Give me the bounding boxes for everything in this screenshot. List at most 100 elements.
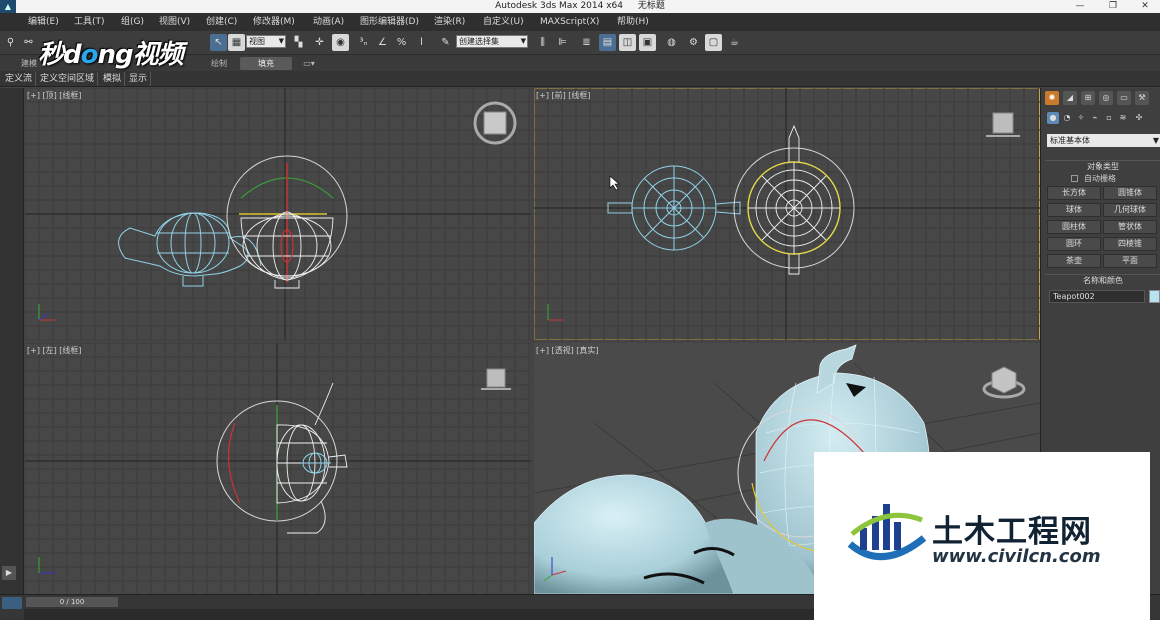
- tube-button[interactable]: 管状体: [1103, 220, 1157, 234]
- select-object-icon[interactable]: ↖: [210, 34, 227, 51]
- menu-animation[interactable]: 动画(A): [313, 13, 344, 31]
- spinner-snap-icon[interactable]: ⅼ: [413, 34, 430, 51]
- ribbon-tab-draw[interactable]: 绘制: [204, 57, 234, 70]
- subtab-display[interactable]: 显示: [126, 72, 152, 86]
- select-link-icon[interactable]: ⚲: [2, 34, 19, 51]
- box-button[interactable]: 长方体: [1047, 186, 1101, 200]
- select-manipulate-icon[interactable]: ◉: [332, 34, 349, 51]
- geosphere-button[interactable]: 几何球体: [1103, 203, 1157, 217]
- menu-group[interactable]: 组(G): [121, 13, 144, 31]
- autogrid-label: 自动栅格: [1084, 174, 1116, 183]
- pivot-icon[interactable]: ▚: [290, 34, 307, 51]
- utilities-tab-icon[interactable]: ⚒: [1135, 91, 1149, 105]
- curve-editor-icon[interactable]: ◫: [619, 34, 636, 51]
- name-color-rollout[interactable]: 名称和颜色: [1045, 274, 1160, 286]
- teapot-front-wireframe: [226, 155, 348, 289]
- schematic-view-icon[interactable]: ▣: [639, 34, 656, 51]
- subtab-simulate[interactable]: 模拟: [100, 72, 126, 86]
- viewport-left[interactable]: [+] [左] [线框]: [25, 343, 531, 594]
- viewport-left-canvas: [25, 343, 531, 594]
- teapot-side-wireframe: [118, 212, 262, 287]
- unlink-icon[interactable]: ⚯: [20, 34, 37, 51]
- autogrid-box[interactable]: [1071, 175, 1078, 182]
- cylinder-button[interactable]: 圆柱体: [1047, 220, 1101, 234]
- shapes-icon[interactable]: ◔: [1061, 112, 1073, 124]
- pyramid-button[interactable]: 四棱锥: [1103, 237, 1157, 251]
- sub-tab-bar: 定义流 定义空间区域 模拟 显示: [0, 71, 1160, 87]
- angle-snap-icon[interactable]: ∠: [374, 34, 391, 51]
- autogrid-checkbox[interactable]: 自动栅格: [1071, 173, 1116, 184]
- sphere-button[interactable]: 球体: [1047, 203, 1101, 217]
- viewport-layout-icon[interactable]: [2, 597, 22, 609]
- menu-edit[interactable]: 编辑(E): [28, 13, 59, 31]
- spacewarps-icon[interactable]: ≋: [1117, 112, 1129, 124]
- object-category-dropdown[interactable]: 标准基本体 ▼: [1047, 134, 1160, 147]
- ribbon-options-icon[interactable]: ▭▾: [298, 57, 320, 70]
- viewport-front-grid: [534, 88, 1040, 340]
- viewport-perspective-label[interactable]: [+] [透视] [真实]: [536, 345, 599, 356]
- mirror-icon[interactable]: ⫼: [534, 34, 551, 51]
- app-window: ▲ Autodesk 3ds Max 2014 x64 无标题 — ❐ ✕ 编辑…: [0, 0, 1160, 620]
- percent-snap-icon[interactable]: %: [393, 34, 410, 51]
- move-icon[interactable]: ✛: [311, 34, 328, 51]
- material-editor-icon[interactable]: ◍: [663, 34, 680, 51]
- viewport-top[interactable]: [+] [顶] [线框]: [25, 88, 531, 340]
- time-slider[interactable]: 0 / 100: [26, 597, 118, 607]
- menu-rendering[interactable]: 渲染(R): [434, 13, 465, 31]
- display-tab-icon[interactable]: ▭: [1117, 91, 1131, 105]
- object-color-swatch[interactable]: [1149, 290, 1160, 303]
- timeline-ruler[interactable]: [24, 609, 824, 620]
- menu-views[interactable]: 视图(V): [159, 13, 190, 31]
- minimize-button[interactable]: —: [1065, 0, 1095, 13]
- object-type-rollout[interactable]: 对象类型: [1045, 160, 1160, 172]
- geometry-icon[interactable]: ●: [1047, 112, 1059, 124]
- menu-maxscript[interactable]: MAXScript(X): [540, 13, 599, 31]
- plane-button[interactable]: 平面: [1103, 254, 1157, 268]
- modify-tab-icon[interactable]: ◢: [1063, 91, 1077, 105]
- subtab-define-space[interactable]: 定义空间区域: [37, 72, 99, 86]
- edit-named-selection-icon[interactable]: ✎: [437, 34, 454, 51]
- menu-help[interactable]: 帮助(H): [617, 13, 649, 31]
- object-category-value: 标准基本体: [1050, 136, 1090, 145]
- helpers-icon[interactable]: ▫: [1103, 112, 1115, 124]
- title-bar: ▲ Autodesk 3ds Max 2014 x64 无标题 — ❐ ✕: [0, 0, 1160, 16]
- create-tab-icon[interactable]: ✺: [1045, 91, 1059, 105]
- viewport-front[interactable]: [+] [前] [线框]: [534, 88, 1040, 340]
- menu-tools[interactable]: 工具(T): [74, 13, 105, 31]
- align-icon[interactable]: ⊫: [554, 34, 571, 51]
- subtab-define-flow[interactable]: 定义流: [2, 72, 37, 86]
- menu-graph-editors[interactable]: 图形编辑器(D): [360, 13, 419, 31]
- torus-button[interactable]: 圆环: [1047, 237, 1101, 251]
- menu-modifiers[interactable]: 修改器(M): [253, 13, 295, 31]
- render-setup-icon[interactable]: ⚙: [685, 34, 702, 51]
- menu-customize[interactable]: 自定义(U): [483, 13, 524, 31]
- lights-icon[interactable]: ✧: [1075, 112, 1087, 124]
- snap-toggle-icon[interactable]: ³ₙ: [355, 34, 372, 51]
- viewport-top-label[interactable]: [+] [顶] [线框]: [27, 90, 82, 101]
- ribbon-tab-fill[interactable]: 填充: [240, 57, 292, 70]
- render-production-icon[interactable]: ☕: [726, 34, 743, 51]
- teapot-button[interactable]: 茶壶: [1047, 254, 1101, 268]
- menu-create[interactable]: 创建(C): [206, 13, 237, 31]
- play-icon[interactable]: ▶: [2, 566, 16, 580]
- cameras-icon[interactable]: ⌁: [1089, 112, 1101, 124]
- restore-button[interactable]: ❐: [1098, 0, 1128, 13]
- scene-explorer-icon[interactable]: ▤: [599, 34, 616, 51]
- motion-tab-icon[interactable]: ◎: [1099, 91, 1113, 105]
- select-region-icon[interactable]: ▦: [228, 34, 245, 51]
- command-panel-tabs: ✺ ◢ ⊞ ◎ ▭ ⚒: [1045, 91, 1160, 107]
- cone-button[interactable]: 圆锥体: [1103, 186, 1157, 200]
- object-name-input[interactable]: Teapot002: [1049, 290, 1145, 303]
- hierarchy-tab-icon[interactable]: ⊞: [1081, 91, 1095, 105]
- named-selection-dropdown[interactable]: 创建选择集 ▼: [456, 35, 528, 48]
- named-selection-value: 创建选择集: [459, 37, 499, 46]
- window-title: Autodesk 3ds Max 2014 x64 无标题: [0, 0, 1160, 12]
- viewport-left-label[interactable]: [+] [左] [线框]: [27, 345, 82, 356]
- systems-icon[interactable]: ✣: [1133, 112, 1145, 124]
- layer-manager-icon[interactable]: ≣: [578, 34, 595, 51]
- rendered-frame-icon[interactable]: ▢: [705, 34, 722, 51]
- viewport-front-label[interactable]: [+] [前] [线框]: [536, 90, 591, 101]
- left-sidebar: ▶: [0, 88, 24, 594]
- close-button[interactable]: ✕: [1130, 0, 1160, 13]
- reference-coordinate-dropdown[interactable]: 视图 ▼: [246, 35, 286, 48]
